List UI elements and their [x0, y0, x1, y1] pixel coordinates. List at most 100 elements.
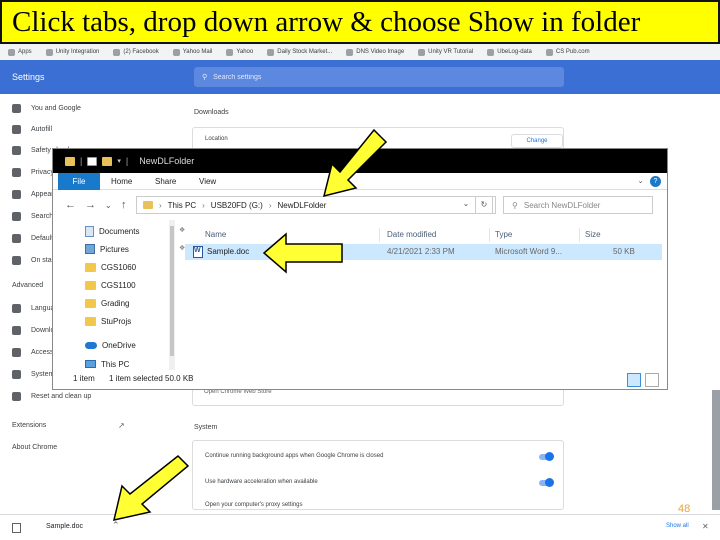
- person-icon: [12, 103, 21, 113]
- palette-icon: [12, 189, 21, 199]
- external-link-icon[interactable]: ↗: [118, 421, 125, 430]
- folder-icon: [85, 262, 96, 272]
- settings-search-input[interactable]: [213, 73, 514, 81]
- bookmark-item[interactable]: Unity Integration: [45, 48, 99, 56]
- help-icon[interactable]: ?: [650, 176, 661, 187]
- sidebar-item-you-and-google[interactable]: You and Google: [12, 102, 81, 114]
- nav-pane-scrollbar[interactable]: [169, 220, 175, 370]
- bookmark-icon: [346, 48, 354, 56]
- power-icon: [12, 255, 21, 265]
- bookmark-item[interactable]: Yahoo Mail: [172, 48, 212, 56]
- explorer-title: NewDLFolder: [139, 156, 195, 166]
- file-list: Name Date modified Type Size Sample.doc …: [183, 220, 669, 370]
- hardware-accel-toggle[interactable]: [539, 478, 554, 487]
- word-document-icon: [193, 246, 203, 258]
- breadcrumb-newdlfolder[interactable]: NewDLFolder: [277, 201, 326, 210]
- background-apps-toggle[interactable]: [539, 452, 554, 461]
- large-icons-view-button[interactable]: [645, 373, 659, 387]
- bookmark-icon: [418, 48, 426, 56]
- file-type: Microsoft Word 9...: [495, 247, 562, 256]
- back-icon[interactable]: ←: [65, 199, 76, 211]
- address-bar[interactable]: › This PC › USB20FD (G:) › NewDLFolder: [136, 196, 496, 214]
- system-row-proxy[interactable]: Open your computer's proxy settings: [205, 502, 303, 508]
- nav-item-stuprojs[interactable]: StuProjs: [85, 314, 131, 328]
- chevron-right-icon[interactable]: ›: [202, 201, 205, 210]
- system-card: Continue running background apps when Go…: [192, 440, 564, 510]
- file-size: 50 KB: [613, 247, 635, 256]
- nav-item-onedrive[interactable]: OneDrive: [85, 338, 136, 352]
- address-dropdown-icon[interactable]: ⌄: [457, 196, 475, 214]
- ribbon-expand-icon[interactable]: ⌄: [635, 176, 646, 187]
- explorer-status-bar: 1 item 1 item selected 50.0 KB: [53, 370, 667, 391]
- folder-icon: [85, 316, 96, 326]
- download-file-name[interactable]: Sample.doc: [46, 523, 83, 530]
- details-view-button[interactable]: [627, 373, 641, 387]
- bookmark-item[interactable]: UbeLog-data: [487, 48, 532, 56]
- status-item-count: 1 item: [73, 374, 95, 383]
- bookmark-item[interactable]: Daily Stock Market...: [267, 48, 332, 56]
- nav-item-documents[interactable]: Documents: [85, 224, 139, 238]
- change-location-button[interactable]: Change: [511, 134, 563, 148]
- new-folder-icon[interactable]: [102, 156, 113, 166]
- page-scrollbar[interactable]: [712, 390, 720, 510]
- ribbon-tab-home[interactable]: Home: [111, 173, 132, 190]
- column-name[interactable]: Name: [205, 230, 226, 239]
- column-divider[interactable]: [579, 228, 580, 242]
- settings-header: Settings ⚲: [0, 60, 720, 94]
- bookmark-item[interactable]: Apps: [8, 48, 32, 56]
- breadcrumb-usb-drive[interactable]: USB20FD (G:): [211, 201, 263, 210]
- bookmark-item[interactable]: DNS Video Image: [346, 48, 404, 56]
- nav-item-cgs1100[interactable]: CGS1100: [85, 278, 136, 292]
- recent-locations-icon[interactable]: ⌄: [105, 201, 112, 210]
- chevron-right-icon[interactable]: ›: [269, 201, 272, 210]
- column-type[interactable]: Type: [495, 230, 512, 239]
- annotation-arrow-icon: [262, 232, 343, 274]
- column-divider[interactable]: [489, 228, 490, 242]
- sidebar-about-chrome[interactable]: About Chrome: [12, 444, 57, 451]
- ribbon-tab-file[interactable]: File: [58, 173, 100, 190]
- location-label: Location: [205, 136, 228, 142]
- bookmark-item[interactable]: (2) Facebook: [113, 48, 159, 56]
- forward-icon[interactable]: →: [85, 199, 96, 211]
- bookmark-icon: [267, 48, 275, 56]
- bookmark-item[interactable]: Unity VR Tutorial: [418, 48, 473, 56]
- column-size[interactable]: Size: [585, 230, 601, 239]
- bookmark-icon: [226, 48, 234, 56]
- file-row-sample-doc[interactable]: Sample.doc 4/21/2021 2:33 PM Microsoft W…: [185, 244, 662, 260]
- sidebar-extensions-link[interactable]: Extensions: [12, 422, 46, 429]
- column-date-modified[interactable]: Date modified: [387, 230, 436, 239]
- close-icon[interactable]: ✕: [702, 522, 709, 531]
- chevron-right-icon[interactable]: ›: [159, 201, 162, 210]
- nav-item-cgs1060[interactable]: CGS1060: [85, 260, 136, 274]
- properties-icon[interactable]: [87, 156, 98, 166]
- quick-access-dropdown-icon[interactable]: ▾: [117, 157, 121, 165]
- slide-number: 48: [678, 503, 691, 515]
- column-divider[interactable]: [379, 228, 380, 242]
- scrollbar-thumb[interactable]: [170, 226, 174, 356]
- explorer-search-box[interactable]: ⚲ Search NewDLFolder: [503, 196, 653, 214]
- settings-search-box[interactable]: ⚲: [194, 67, 564, 87]
- nav-item-grading[interactable]: Grading: [85, 296, 129, 310]
- system-row-background-apps: Continue running background apps when Go…: [205, 453, 384, 459]
- breadcrumb-this-pc[interactable]: This PC: [168, 201, 196, 210]
- nav-item-this-pc[interactable]: This PC: [85, 359, 129, 369]
- bookmark-item[interactable]: Yahoo: [226, 48, 253, 56]
- sidebar-advanced-label[interactable]: Advanced: [12, 282, 43, 289]
- bookmark-icon: [487, 48, 495, 56]
- bookmark-item[interactable]: CS Pub.com: [545, 48, 590, 56]
- apps-icon: [8, 48, 15, 56]
- ribbon-tab-share[interactable]: Share: [155, 173, 176, 190]
- sidebar-item-reset[interactable]: Reset and clean up: [12, 390, 91, 402]
- ribbon-tab-view[interactable]: View: [199, 173, 216, 190]
- bookmark-icon: [113, 48, 121, 56]
- up-icon[interactable]: ↑: [121, 199, 127, 211]
- refresh-icon[interactable]: ↻: [475, 196, 493, 214]
- search-icon: ⚲: [202, 74, 208, 81]
- sidebar-item-autofill[interactable]: Autofill: [12, 123, 52, 135]
- show-all-downloads-link[interactable]: Show all: [666, 523, 689, 529]
- sidebar-item-system[interactable]: System: [12, 368, 54, 380]
- file-name: Sample.doc: [207, 247, 250, 256]
- settings-title: Settings: [12, 72, 45, 82]
- nav-item-pictures[interactable]: Pictures: [85, 242, 129, 256]
- search-icon: [12, 211, 21, 221]
